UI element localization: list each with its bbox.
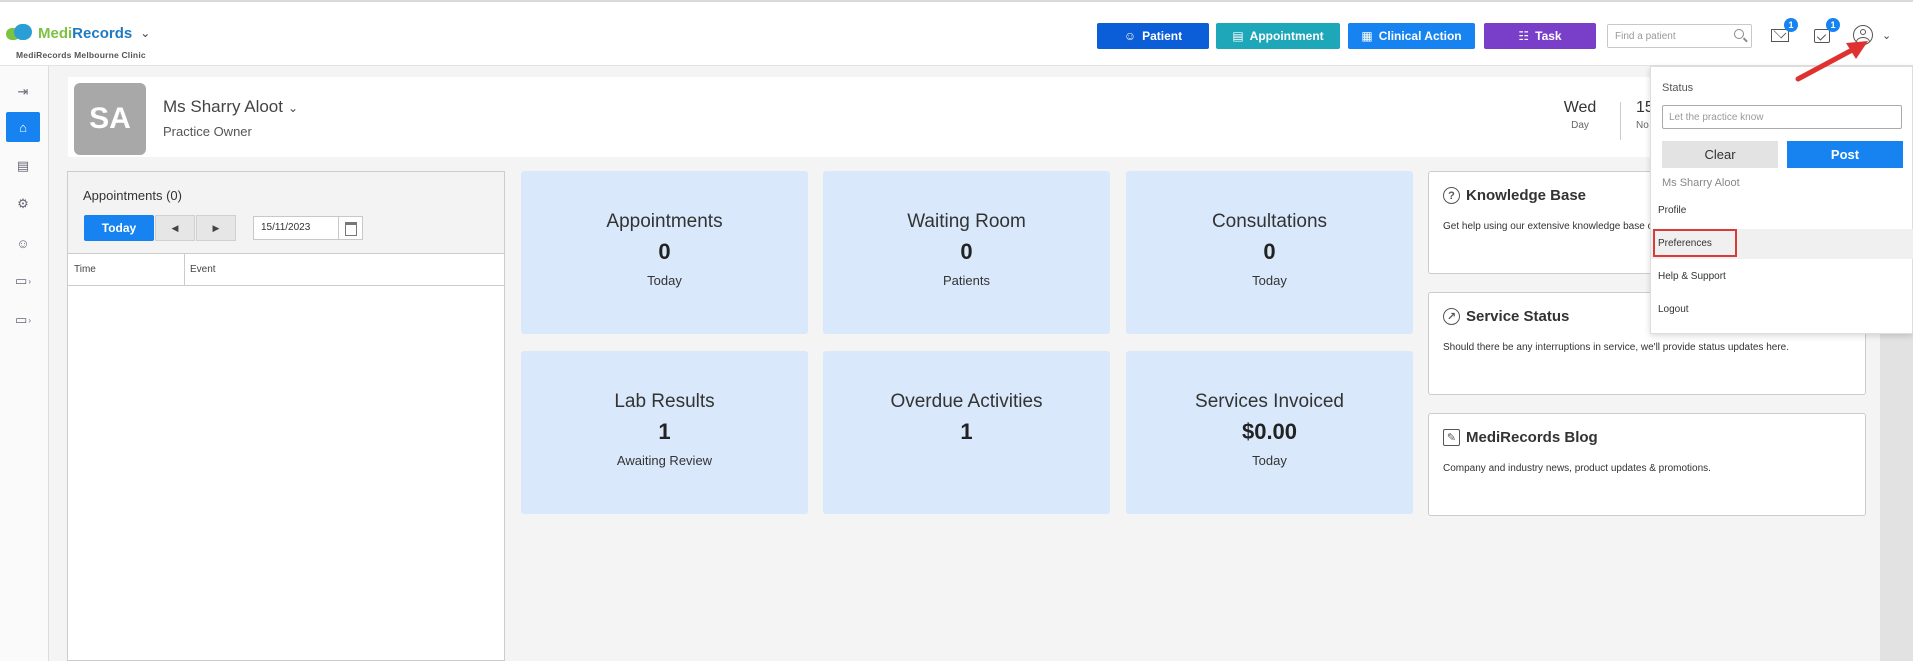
lab-results-tile[interactable]: Lab Results 1 Awaiting Review [521, 351, 808, 514]
today-button[interactable]: Today [84, 215, 154, 241]
edit-icon: ✎ [1443, 429, 1460, 446]
calendar-icon[interactable] [338, 217, 362, 239]
search-icon[interactable] [1734, 29, 1744, 39]
clinic-name: MediRecords Melbourne Clinic [16, 50, 146, 60]
knowledge-base-text: Get help using our extensive knowledge b… [1443, 221, 1653, 232]
avatar: SA [74, 83, 146, 155]
logo-text: MediRecords [38, 24, 133, 42]
knowledge-base-title: Knowledge Base [1466, 187, 1587, 204]
post-button[interactable]: Post [1787, 141, 1903, 168]
chevron-down-icon[interactable]: ⌄ [140, 26, 150, 40]
clear-button[interactable]: Clear [1662, 141, 1778, 168]
add-user-icon: ☺ [1123, 29, 1137, 43]
blog-card[interactable]: ✎ MediRecords Blog Company and industry … [1428, 413, 1866, 516]
folder-icon[interactable]: ▭ › [6, 266, 40, 296]
status-input[interactable] [1662, 105, 1902, 129]
help-circle-icon: ? [1443, 187, 1460, 204]
logo-cloud-icon [6, 24, 34, 42]
patient-search[interactable] [1607, 24, 1752, 48]
appointments-header: Appointments (0) Today ◀ ▶ 15/11/2023 [68, 172, 504, 254]
consultations-tile[interactable]: Consultations 0 Today [1126, 171, 1413, 334]
new-appointment-button[interactable]: ▤ Appointment [1216, 23, 1340, 49]
next-day-button[interactable]: ▶ [196, 215, 236, 241]
medical-kit-icon: ▦ [1361, 29, 1373, 43]
app-logo[interactable]: MediRecords ⌄ [6, 24, 150, 42]
blog-text: Company and industry news, product updat… [1443, 463, 1711, 474]
tasks-count-badge: 1 [1826, 18, 1840, 32]
preferences-highlight-box [1653, 229, 1737, 257]
menu-item-help-support[interactable]: Help & Support [1651, 262, 1913, 292]
column-divider [184, 254, 185, 286]
service-status-title: Service Status [1466, 308, 1570, 325]
service-status-text: Should there be any interruptions in ser… [1443, 342, 1789, 353]
new-patient-button[interactable]: ☺ Patient [1097, 23, 1209, 49]
user-name[interactable]: Ms Sharry Aloot ⌄ [163, 97, 298, 117]
previous-day-button[interactable]: ◀ [155, 215, 195, 241]
new-task-button[interactable]: ☷ Task [1484, 23, 1596, 49]
user-dropdown-menu: Status Clear Post Ms Sharry Aloot Profil… [1650, 66, 1913, 334]
appointments-panel: Appointments (0) Today ◀ ▶ 15/11/2023 Ti… [67, 171, 505, 661]
menu-item-profile[interactable]: Profile [1651, 196, 1913, 226]
user-role: Practice Owner [163, 124, 252, 139]
messages-button[interactable]: 1 [1770, 18, 1798, 46]
activities-icon[interactable]: ⚙ [6, 189, 40, 219]
patients-icon[interactable]: ☺ [6, 228, 40, 258]
column-time: Time [74, 264, 96, 275]
waiting-room-tile[interactable]: Waiting Room 0 Patients [823, 171, 1110, 334]
overdue-activities-tile[interactable]: Overdue Activities 1 [823, 351, 1110, 514]
chevron-down-icon[interactable]: ⌄ [288, 101, 298, 115]
appointments-table-header: Time Event [68, 254, 504, 286]
status-label: Status [1662, 82, 1694, 94]
calendar-add-icon: ▤ [1232, 29, 1244, 43]
expand-sidebar-icon[interactable]: ⇥ [6, 77, 40, 107]
divider [1620, 102, 1621, 140]
blog-title: MediRecords Blog [1466, 429, 1598, 446]
dropdown-user-name: Ms Sharry Aloot [1662, 177, 1740, 189]
menu-item-logout[interactable]: Logout [1651, 295, 1913, 325]
appointments-title: Appointments (0) [83, 188, 182, 203]
gauge-icon: ↗ [1443, 308, 1460, 325]
day-display: Wed Day [1563, 99, 1597, 131]
patient-search-input[interactable] [1608, 25, 1723, 47]
clinical-action-button[interactable]: ▦ Clinical Action [1348, 23, 1475, 49]
column-event: Event [190, 264, 216, 275]
date-picker-input[interactable]: 15/11/2023 [253, 216, 363, 240]
home-icon[interactable]: ⌂ [6, 112, 40, 142]
services-invoiced-tile[interactable]: Services Invoiced $0.00 Today [1126, 351, 1413, 514]
calendar-icon[interactable]: ▤ [6, 151, 40, 181]
profile-header: SA Ms Sharry Aloot ⌄ Practice Owner Wed D… [68, 77, 1880, 157]
appointments-tile[interactable]: Appointments 0 Today [521, 171, 808, 334]
clipboard-icon: ☷ [1518, 29, 1530, 43]
mail-count-badge: 1 [1784, 18, 1798, 32]
chevron-down-icon[interactable]: ⌄ [1882, 29, 1891, 42]
export-folder-icon[interactable]: ▭ › [6, 305, 40, 335]
top-bar: MediRecords ⌄ MediRecords Melbourne Clin… [0, 0, 1913, 66]
sidebar: ⇥ ⌂ ▤ ⚙ ☺ ▭ › ▭ › [0, 66, 49, 661]
red-arrow-annotation [1795, 41, 1868, 82]
